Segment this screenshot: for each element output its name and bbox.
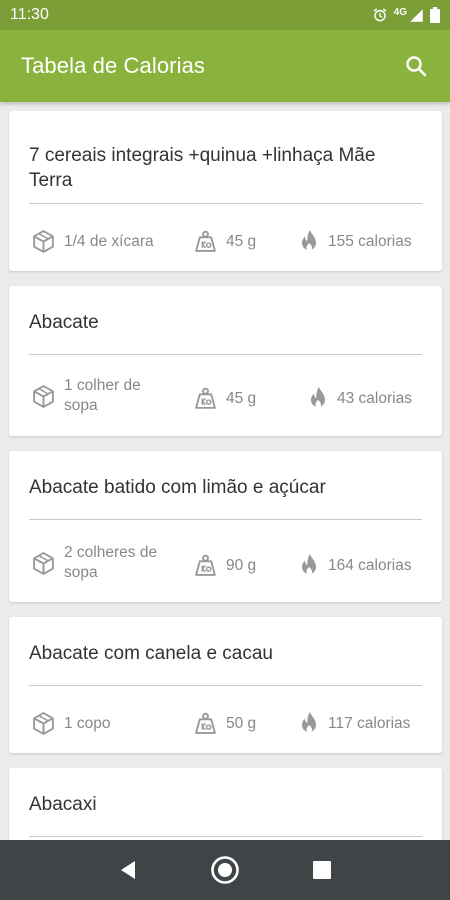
food-name: 7 cereais integrais +quinua +linhaça Mãe… (29, 145, 376, 191)
cube-icon (33, 230, 54, 253)
status-icons: 4G (372, 7, 440, 23)
card-divider (29, 203, 422, 204)
food-card[interactable]: Abacaxi (9, 768, 442, 840)
weight-info: 45 g (193, 386, 256, 411)
card-divider (29, 354, 422, 355)
food-name: Abacate batido com limão e açúcar (29, 477, 326, 498)
portion-info: 2 colheres de sopa (31, 543, 181, 583)
portion-info: 1 colher de sopa (31, 376, 171, 416)
card-divider (29, 685, 422, 686)
recents-square-icon (312, 861, 331, 879)
status-bar: 11:30 4G (0, 0, 450, 30)
food-card[interactable]: Abacate 1 colher de sopa 45 g 43 caloria… (9, 286, 442, 436)
card-divider (29, 836, 422, 837)
portion-info: 1 copo (31, 711, 111, 736)
search-icon (406, 56, 427, 77)
flame-icon (302, 554, 316, 575)
weight-info: 90 g (193, 553, 256, 578)
scale-weight-icon (195, 230, 216, 252)
calories-info: 164 calorias (298, 553, 412, 578)
portion-text: 1 copo (64, 714, 111, 732)
portion-info: 1/4 de xícara (31, 229, 154, 254)
back-button[interactable] (106, 848, 150, 892)
portion-text: 1/4 de xícara (64, 232, 154, 250)
calories-info: 117 calorias (298, 711, 410, 736)
weight-text: 45 g (226, 232, 257, 250)
calories-text: 117 calorias (328, 714, 411, 732)
search-button[interactable] (402, 52, 430, 80)
flame-icon (302, 712, 316, 733)
food-card[interactable]: Abacate batido com limão e açúcar 2 colh… (9, 451, 442, 602)
navigation-bar (0, 840, 450, 900)
calories-info: 155 calorias (298, 229, 412, 254)
food-name: Abacate com canela e cacau (29, 643, 273, 664)
food-name: Abacate (29, 312, 99, 333)
app-bar: Tabela de Calorias (0, 30, 450, 102)
alarm-icon (372, 7, 388, 23)
weight-info: 50 g (193, 711, 256, 736)
scale-weight-icon (195, 554, 216, 576)
food-card[interactable]: 7 cereais integrais +quinua +linhaça Mãe… (9, 111, 442, 271)
cube-icon (33, 384, 54, 408)
weight-text: 90 g (226, 556, 257, 574)
scale-weight-icon (195, 387, 216, 409)
weight-info: 45 g (193, 229, 256, 254)
home-circle-icon (211, 856, 239, 884)
weight-text: 45 g (226, 389, 257, 407)
calories-text: 155 calorias (328, 232, 412, 250)
calories-info: 43 calorias (307, 386, 412, 411)
portion-text: 2 colheres de sopa (64, 544, 158, 581)
recents-button[interactable] (300, 848, 344, 892)
portion-text: 1 colher de sopa (64, 377, 141, 414)
cube-icon (33, 712, 54, 735)
calories-text: 164 calorias (328, 556, 412, 574)
flame-icon (311, 387, 325, 408)
food-list[interactable]: 7 cereais integrais +quinua +linhaça Mãe… (0, 102, 450, 840)
status-time: 11:30 (10, 6, 49, 23)
scale-weight-icon (195, 712, 216, 734)
flame-icon (302, 230, 316, 251)
food-card[interactable]: Abacate com canela e cacau 1 copo 50 g 1… (9, 617, 442, 753)
food-name: Abacaxi (29, 794, 97, 815)
signal-icon (409, 8, 424, 23)
page-title: Tabela de Calorias (21, 53, 206, 78)
calories-text: 43 calorias (337, 389, 412, 407)
back-triangle-icon (121, 861, 136, 879)
home-button[interactable] (203, 848, 247, 892)
network-type: 4G (393, 6, 407, 18)
card-divider (29, 519, 422, 520)
battery-icon (430, 7, 440, 23)
weight-text: 50 g (226, 714, 257, 732)
cube-icon (33, 551, 54, 575)
